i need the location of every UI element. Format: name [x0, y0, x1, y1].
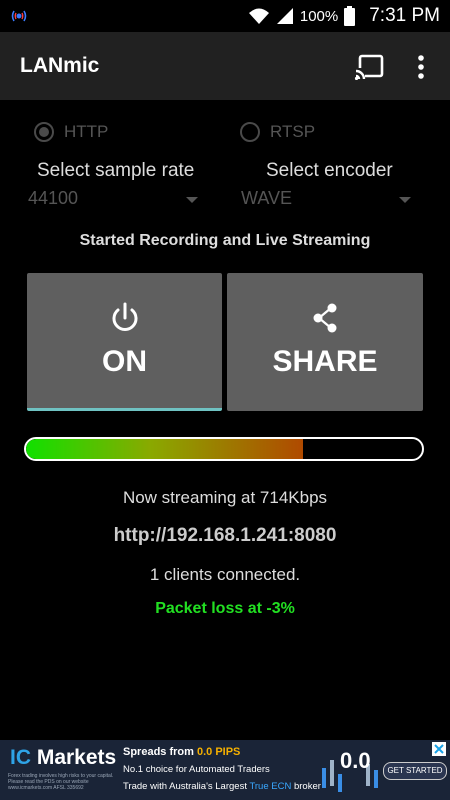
app-bar: LANmic	[0, 32, 450, 100]
on-button[interactable]: ON	[27, 273, 222, 411]
battery-icon	[344, 6, 356, 26]
power-icon	[112, 302, 137, 331]
encoder-label: Select encoder	[266, 160, 393, 181]
app-title: LANmic	[20, 54, 100, 77]
stream-url: http://192.168.1.241:8080	[113, 525, 337, 546]
signal-icon	[276, 8, 293, 24]
ad-line-2: No.1 choice for Automated Traders	[123, 764, 270, 775]
radio-rtsp-label: RTSP	[270, 122, 316, 141]
ad-line-1: Spreads from 0.0 PIPS	[123, 746, 241, 758]
broadcast-icon	[11, 10, 27, 22]
audio-level-fill	[26, 439, 304, 459]
radio-http[interactable]: HTTP	[34, 118, 108, 146]
radio-rtsp-indicator[interactable]	[240, 122, 260, 142]
clients-connected: 1 clients connected.	[149, 565, 301, 584]
share-icon	[313, 303, 337, 333]
packet-loss: Packet loss at -3%	[155, 600, 295, 617]
ad-line-3: Trade with Australia's Largest True ECN …	[123, 781, 321, 792]
dropdown-arrow-icon	[399, 197, 411, 203]
clock: 7:31 PM	[369, 5, 440, 26]
recording-status: Started Recording and Live Streaming	[79, 232, 371, 249]
wifi-icon	[248, 8, 269, 24]
ad-graphic-text: 0.0	[340, 748, 371, 773]
radio-http-indicator[interactable]	[34, 122, 54, 142]
sample-rate-select[interactable]: 44100	[28, 188, 198, 216]
ad-logo: IC Markets	[10, 746, 117, 769]
audio-level-meter	[24, 437, 424, 461]
radio-rtsp[interactable]: RTSP	[240, 118, 315, 146]
encoder-value: WAVE	[241, 188, 293, 208]
stream-rate: Now streaming at 714Kbps	[122, 488, 328, 507]
ad-small-print: Forex trading involves high risks to you…	[8, 773, 114, 791]
ad-banner[interactable]: IC Markets Forex trading involves high r…	[0, 740, 450, 800]
status-bar: 100% 7:31 PM	[0, 0, 450, 32]
cast-icon[interactable]	[354, 54, 384, 80]
encoder-select[interactable]: WAVE	[241, 188, 411, 216]
on-button-label: ON	[102, 345, 147, 378]
dropdown-arrow-icon	[186, 197, 198, 203]
sample-rate-value: 44100	[28, 188, 79, 208]
share-button[interactable]: SHARE	[227, 273, 423, 411]
sample-rate-label: Select sample rate	[37, 160, 195, 181]
battery-percent: 100%	[299, 7, 339, 25]
overflow-menu-icon[interactable]	[412, 52, 430, 82]
radio-http-label: HTTP	[64, 122, 109, 141]
ad-close-icon[interactable]	[432, 742, 446, 756]
share-button-label: SHARE	[272, 345, 378, 378]
ad-get-started-button[interactable]: GET STARTED	[383, 762, 447, 780]
ad-chart-graphic: 0.0	[318, 740, 390, 800]
